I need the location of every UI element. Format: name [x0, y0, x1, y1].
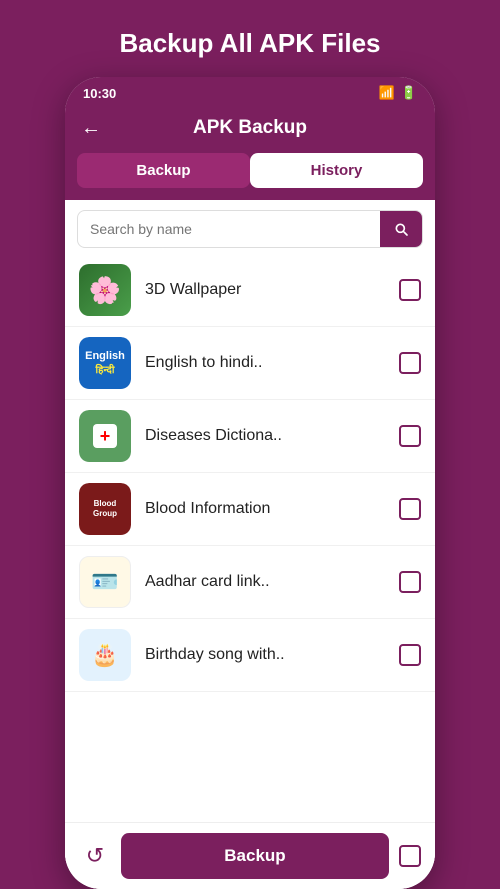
- app-title: APK Backup: [193, 117, 307, 139]
- status-icons: 📶 🔋: [379, 85, 417, 101]
- tab-container: Backup History: [65, 153, 435, 200]
- battery-icon: 🔋: [401, 85, 417, 101]
- list-item: Birthday song with..: [65, 619, 435, 692]
- bottom-bar: ↺ Backup: [65, 822, 435, 889]
- app-name: 3D Wallpaper: [145, 281, 385, 299]
- app-icon-wallpaper: [79, 264, 131, 316]
- app-list: 3D Wallpaper English हिन्दी English to h…: [65, 254, 435, 822]
- list-item: + Diseases Dictiona..: [65, 400, 435, 473]
- search-button[interactable]: [380, 211, 422, 247]
- tab-history[interactable]: History: [250, 153, 423, 188]
- app-name: Diseases Dictiona..: [145, 427, 385, 445]
- content-area: 3D Wallpaper English हिन्दी English to h…: [65, 200, 435, 889]
- list-item: English हिन्दी English to hindi..: [65, 327, 435, 400]
- back-button[interactable]: ←: [81, 117, 101, 140]
- app-name: Blood Information: [145, 500, 385, 518]
- app-name: English to hindi..: [145, 354, 385, 372]
- checkbox-wallpaper[interactable]: [399, 279, 421, 301]
- search-input[interactable]: [78, 211, 380, 247]
- app-icon-blood: BloodGroup: [79, 483, 131, 535]
- checkbox-diseases[interactable]: [399, 425, 421, 447]
- status-time: 10:30: [83, 86, 116, 101]
- status-bar: 10:30 📶 🔋: [65, 77, 435, 107]
- list-item: BloodGroup Blood Information: [65, 473, 435, 546]
- tab-backup[interactable]: Backup: [77, 153, 250, 188]
- checkbox-english[interactable]: [399, 352, 421, 374]
- app-icon-diseases: +: [79, 410, 131, 462]
- select-all-checkbox[interactable]: [399, 845, 421, 867]
- backup-button[interactable]: Backup: [121, 833, 389, 879]
- checkbox-birthday[interactable]: [399, 644, 421, 666]
- checkbox-blood[interactable]: [399, 498, 421, 520]
- refresh-button[interactable]: ↺: [79, 840, 111, 872]
- wifi-icon: 📶: [379, 85, 395, 101]
- app-icon-english: English हिन्दी: [79, 337, 131, 389]
- list-item: Aadhar card link..: [65, 546, 435, 619]
- checkbox-aadhar[interactable]: [399, 571, 421, 593]
- app-icon-birthday: [79, 629, 131, 681]
- page-title: Backup All APK Files: [99, 0, 400, 77]
- search-icon: [393, 221, 409, 237]
- app-header: ← APK Backup: [65, 107, 435, 153]
- phone-frame: 10:30 📶 🔋 ← APK Backup Backup History: [65, 77, 435, 889]
- search-bar: [77, 210, 423, 248]
- app-name: Birthday song with..: [145, 646, 385, 664]
- app-name: Aadhar card link..: [145, 573, 385, 591]
- list-item: 3D Wallpaper: [65, 254, 435, 327]
- app-icon-aadhar: [79, 556, 131, 608]
